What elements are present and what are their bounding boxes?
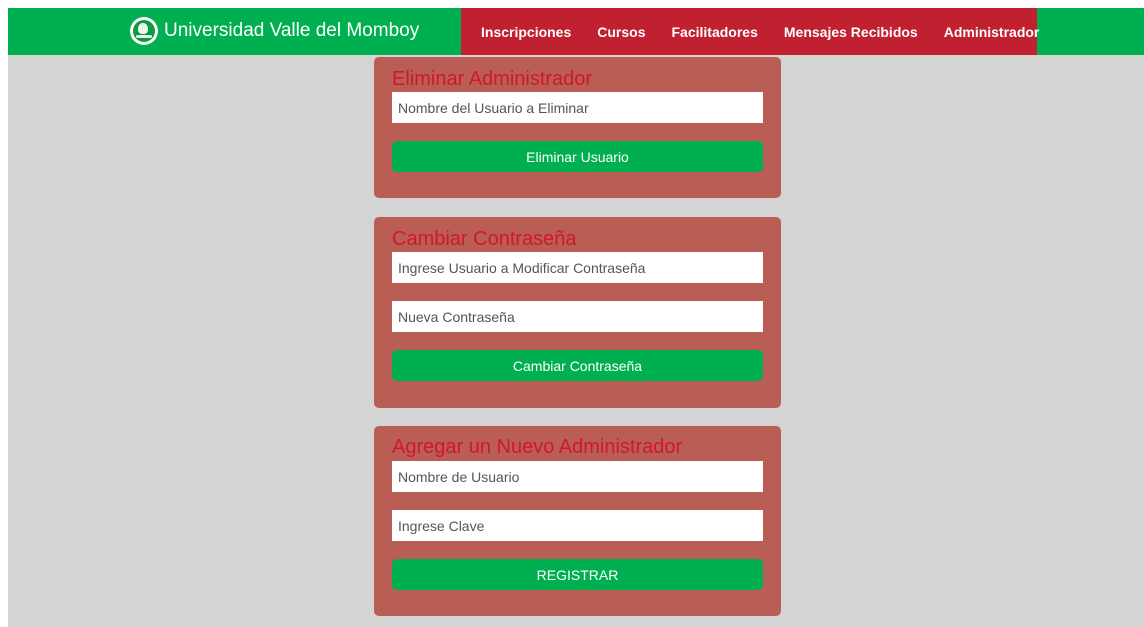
- new-username-input[interactable]: [392, 461, 763, 492]
- register-button[interactable]: REGISTRAR: [392, 559, 763, 590]
- navbar: Universidad Valle del Momboy Inscripcion…: [8, 8, 1144, 55]
- change-password-panel: Cambiar Contraseña Cambiar Contraseña: [374, 217, 781, 408]
- brand[interactable]: Universidad Valle del Momboy: [130, 16, 419, 46]
- change-password-button[interactable]: Cambiar Contraseña: [392, 350, 763, 381]
- new-password-key-input[interactable]: [392, 510, 763, 541]
- nav-administrador[interactable]: Administrador: [931, 24, 1053, 40]
- add-admin-panel: Agregar un Nuevo Administrador REGISTRAR: [374, 426, 781, 616]
- main-menu: Inscripciones Cursos Facilitadores Mensa…: [461, 8, 1039, 55]
- add-admin-title: Agregar un Nuevo Administrador: [392, 436, 683, 458]
- change-password-title: Cambiar Contraseña: [392, 228, 577, 250]
- nav-mensajes-recibidos[interactable]: Mensajes Recibidos: [771, 24, 931, 40]
- delete-admin-panel: Eliminar Administrador Eliminar Usuario: [374, 57, 781, 198]
- delete-username-input[interactable]: [392, 92, 763, 123]
- new-password-input[interactable]: [392, 301, 763, 332]
- university-logo-icon: [130, 17, 158, 45]
- nav-cursos[interactable]: Cursos: [584, 24, 658, 40]
- delete-admin-title: Eliminar Administrador: [392, 68, 593, 90]
- change-password-username-input[interactable]: [392, 252, 763, 283]
- nav-inscripciones[interactable]: Inscripciones: [461, 24, 584, 40]
- nav-facilitadores[interactable]: Facilitadores: [659, 24, 771, 40]
- delete-user-button[interactable]: Eliminar Usuario: [392, 141, 763, 172]
- brand-name: Universidad Valle del Momboy: [164, 20, 420, 41]
